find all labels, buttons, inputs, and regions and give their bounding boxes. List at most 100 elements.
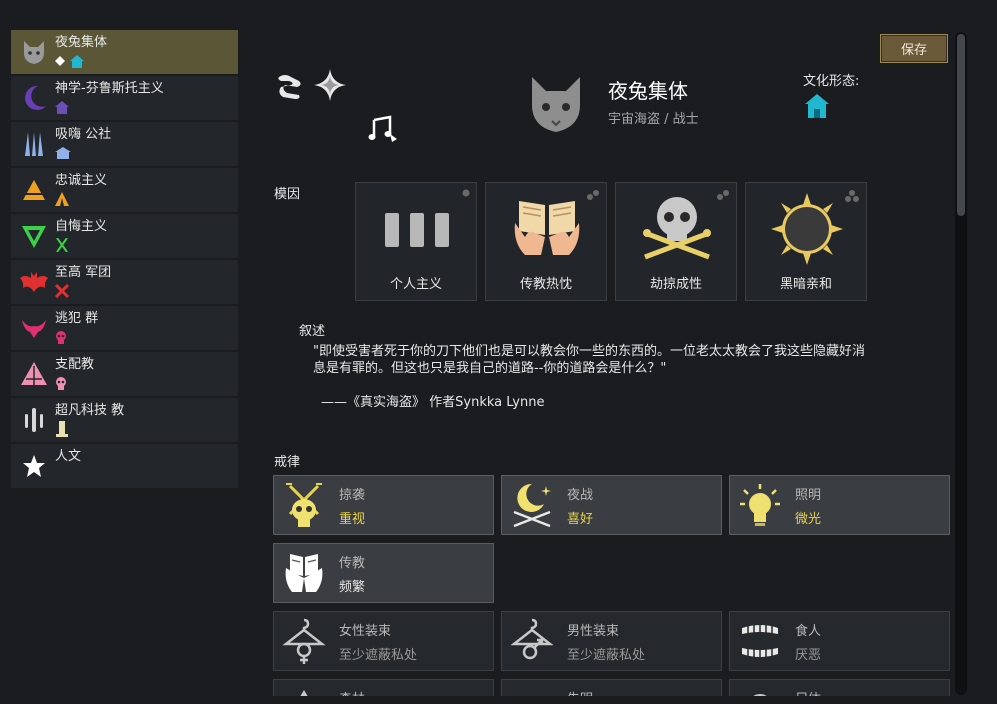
claws-icon bbox=[18, 128, 50, 160]
ideoligion-item-legion[interactable]: 至高 军团 bbox=[11, 260, 238, 304]
meme-card-raider[interactable]: 劫掠成性 bbox=[615, 182, 737, 301]
precept-value: 至少遮蔽私处 bbox=[339, 648, 418, 663]
ideoligion-item-transtech[interactable]: 超凡科技 教 bbox=[11, 398, 238, 442]
precept-name: 男性装束 bbox=[567, 624, 620, 639]
precept-night-fighting[interactable]: 夜战 喜好 bbox=[501, 475, 722, 535]
hands-book-icon bbox=[511, 193, 583, 265]
meme-name: 劫掠成性 bbox=[649, 277, 702, 292]
triangle-icon bbox=[18, 174, 50, 206]
culture-house-icon bbox=[55, 147, 71, 159]
precept-name: 食人 bbox=[795, 624, 822, 639]
ideoligion-structure: 宇宙海盗 / 战士 bbox=[608, 112, 699, 127]
skull-swords-icon bbox=[641, 193, 713, 265]
sparkle-icon[interactable] bbox=[313, 68, 347, 102]
pyramid-icon bbox=[18, 358, 50, 390]
ideoligion-label: 夜兔集体 bbox=[55, 35, 108, 50]
tent-icon bbox=[55, 192, 69, 206]
male-hanger-icon bbox=[510, 618, 554, 664]
ideoligion-item-loyalism[interactable]: 忠诚主义 bbox=[11, 168, 238, 212]
precepts-label: 戒律 bbox=[274, 455, 301, 470]
precept-value: 喜好 bbox=[567, 512, 594, 527]
precept-value: 重视 bbox=[339, 512, 366, 527]
horned-icon bbox=[18, 312, 50, 344]
ideoligion-item-commune[interactable]: 吸嗨 公社 bbox=[11, 122, 238, 166]
ideoligion-item-repentance[interactable]: 自悔主义 bbox=[11, 214, 238, 258]
precept-lighting[interactable]: 照明 微光 bbox=[729, 475, 950, 535]
ideoligion-item-theology[interactable]: 神学-芬鲁斯托主义 bbox=[11, 76, 238, 120]
hands-book-icon bbox=[282, 550, 326, 596]
ideoligion-label: 神学-芬鲁斯托主义 bbox=[55, 81, 164, 96]
diamond-icon bbox=[55, 56, 65, 66]
meme-name: 传教热忱 bbox=[519, 277, 572, 292]
precept-male-attire[interactable]: 男性装束 至少遮蔽私处 bbox=[501, 611, 722, 671]
meme-card-proselytizer[interactable]: 传教热忱 bbox=[485, 182, 607, 301]
ideoligion-item-domination[interactable]: 支配教 bbox=[11, 352, 238, 396]
moon-swords-icon bbox=[510, 482, 554, 528]
impact-dots-icon bbox=[587, 190, 599, 200]
narrative-label: 叙述 bbox=[299, 324, 326, 339]
scroll-icon[interactable] bbox=[275, 71, 305, 101]
precept-value: 厌恶 bbox=[795, 648, 822, 663]
wolf-head-icon bbox=[18, 36, 50, 68]
impact-dots-icon bbox=[845, 190, 859, 202]
column-icon bbox=[56, 421, 68, 437]
ideoligion-label: 逃犯 群 bbox=[55, 311, 99, 326]
ideoligion-label: 至高 军团 bbox=[55, 265, 112, 280]
skull-icon bbox=[56, 377, 66, 390]
female-hanger-icon bbox=[282, 618, 326, 664]
skull-icon bbox=[56, 331, 66, 344]
teeth-icon bbox=[738, 618, 782, 664]
precept-cannibalism[interactable]: 食人 厌恶 bbox=[729, 611, 950, 671]
star-icon bbox=[18, 450, 50, 482]
ideoligion-label: 忠诚主义 bbox=[55, 173, 108, 188]
ideoligion-main-icon[interactable] bbox=[528, 75, 584, 133]
music-note-icon[interactable] bbox=[368, 114, 398, 144]
crescent-moon-icon bbox=[18, 82, 50, 114]
precept-proselytizing[interactable]: 传教 频繁 bbox=[273, 543, 494, 603]
meme-name: 黑暗亲和 bbox=[779, 277, 832, 292]
lightbulb-icon bbox=[738, 482, 782, 528]
precept-name: 夜战 bbox=[567, 488, 594, 503]
ideoligion-label: 吸嗨 公社 bbox=[55, 127, 112, 142]
precept-name: 女性装束 bbox=[339, 624, 392, 639]
meme-name: 个人主义 bbox=[389, 277, 442, 292]
precept-name: 照明 bbox=[795, 488, 822, 503]
impact-dots-icon bbox=[717, 190, 729, 200]
ideoligion-label: 人文 bbox=[55, 449, 82, 464]
x-mark-icon bbox=[55, 284, 69, 298]
culture-house-icon[interactable] bbox=[804, 93, 830, 119]
narrative-quote[interactable]: "即使受害者死于你的刀下他们也是可以教会你一些的东西的。一位老太太教会了我这些隐… bbox=[313, 343, 913, 377]
pillars-bars-icon bbox=[381, 193, 453, 265]
precept-female-attire[interactable]: 女性装束 至少遮蔽私处 bbox=[273, 611, 494, 671]
precept-value: 至少遮蔽私处 bbox=[567, 648, 646, 663]
ideoligion-list: 夜兔集体 神学-芬鲁斯托主义 吸嗨 公社 忠诚主义 自悔主义 至高 军团 逃犯 … bbox=[11, 30, 238, 490]
pillars-icon bbox=[18, 404, 50, 436]
narrative-quote-line: 息是有罪的。但这也只是我自己的道路--你的道路会是什么？" bbox=[313, 361, 667, 376]
precept-name: 掠袭 bbox=[339, 488, 366, 503]
ideoligion-item-nightrabbit[interactable]: 夜兔集体 bbox=[11, 30, 238, 74]
meme-card-darkness[interactable]: 黑暗亲和 bbox=[745, 182, 867, 301]
ideoligion-name[interactable]: 夜兔集体 bbox=[608, 75, 688, 104]
precept-value: 微光 bbox=[795, 512, 822, 527]
bat-icon bbox=[18, 266, 50, 298]
ideoligion-item-fugitive[interactable]: 逃犯 群 bbox=[11, 306, 238, 350]
crossed-icon bbox=[56, 238, 68, 252]
save-button[interactable]: 保存 bbox=[880, 34, 948, 63]
ideoligion-label: 自悔主义 bbox=[55, 219, 108, 234]
culture-house-icon bbox=[70, 54, 84, 68]
narrative-author: ——《真实海盗》 作者Synkka Lynne bbox=[321, 395, 545, 410]
memes-label: 模因 bbox=[274, 187, 301, 202]
ideoligion-item-humanism[interactable]: 人文 bbox=[11, 444, 238, 488]
precept-raiding[interactable]: 掠袭 重视 bbox=[273, 475, 494, 535]
eclipse-icon bbox=[771, 193, 843, 265]
impact-dots-icon bbox=[462, 189, 470, 197]
viewport-clip bbox=[250, 696, 955, 704]
ideoligion-label: 支配教 bbox=[55, 357, 95, 372]
precept-value: 频繁 bbox=[339, 580, 366, 595]
precept-name: 传教 bbox=[339, 556, 366, 571]
narrative-quote-line: "即使受害者死于你的刀下他们也是可以教会你一些的东西的。一位老太太教会了我这些隐… bbox=[313, 344, 865, 359]
culture-form-label: 文化形态: bbox=[803, 74, 860, 89]
scrollbar-thumb[interactable] bbox=[957, 34, 965, 216]
meme-card-individualist[interactable]: 个人主义 bbox=[355, 182, 477, 301]
ideoligion-label: 超凡科技 教 bbox=[55, 403, 125, 418]
